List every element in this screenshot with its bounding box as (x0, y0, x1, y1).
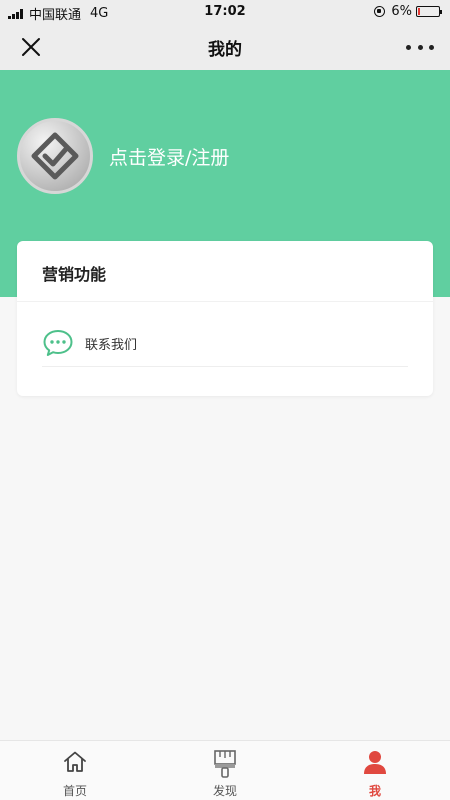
battery-level (418, 8, 420, 15)
tab-label-me: 我 (368, 784, 381, 798)
diamond-check-icon (31, 132, 79, 180)
tab-home[interactable]: 首页 (0, 741, 150, 800)
tab-label-discover: 发现 (212, 784, 237, 798)
more-icon (406, 44, 411, 50)
login-register-link[interactable]: 点击登录/注册 (109, 143, 229, 170)
avatar[interactable] (17, 118, 93, 194)
list-item-label: 联系我们 (85, 338, 138, 353)
tab-label-home: 首页 (62, 784, 87, 798)
nav-bar: 我的 (0, 24, 450, 70)
more-dot (429, 44, 434, 50)
status-bar: 中国联通 4G 17:02 6% (0, 0, 450, 24)
user-icon (364, 751, 386, 774)
tab-me[interactable]: 我 (300, 741, 450, 800)
home-icon (64, 751, 86, 772)
tab-bar: 首页 发现 我 (0, 740, 450, 800)
more-button[interactable] (406, 36, 434, 58)
brush-icon (214, 750, 236, 778)
battery-percent: 6% (391, 4, 412, 19)
battery-icon (416, 6, 442, 17)
page-title: 我的 (208, 40, 242, 60)
divider (17, 301, 433, 302)
chat-bubble-icon (43, 330, 73, 356)
status-right: 6% (374, 4, 442, 19)
list-item-contact-us[interactable]: 联系我们 (42, 321, 408, 367)
orientation-lock-icon (374, 6, 386, 17)
card-title: 营销功能 (42, 265, 107, 284)
more-dot (417, 44, 423, 50)
tab-discover[interactable]: 发现 (150, 741, 300, 800)
marketing-card: 营销功能 联系我们 (17, 241, 433, 396)
